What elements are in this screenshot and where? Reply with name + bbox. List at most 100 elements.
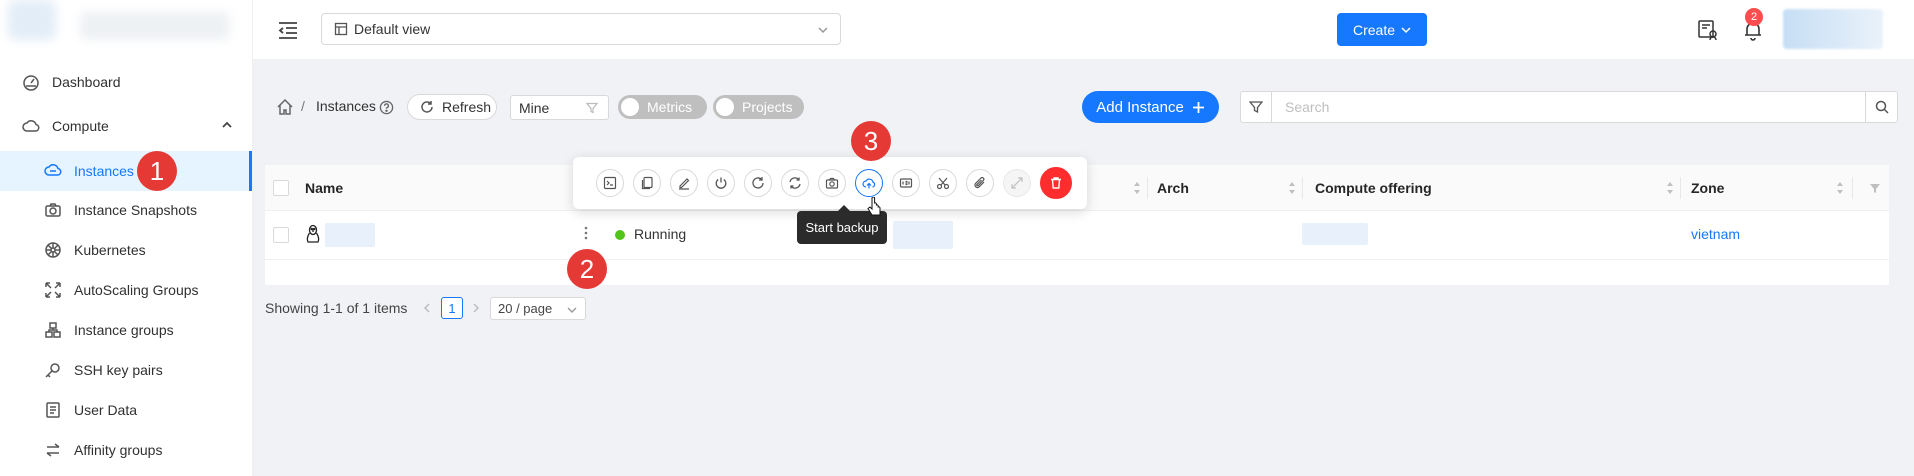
add-instance-button[interactable]: Add Instance [1082,91,1219,123]
chevron-left-icon[interactable] [423,303,431,313]
toggle-knob [621,98,639,116]
create-button[interactable]: Create [1337,13,1427,46]
column-header-compute-offering[interactable]: Compute offering [1315,180,1432,196]
edit-icon [679,178,690,190]
groups-icon [45,322,61,338]
chevron-right-icon[interactable] [472,303,480,313]
sidebar-item-instance-snapshots[interactable]: Instance Snapshots [0,190,252,230]
start-backup-button[interactable] [855,169,883,197]
top-header: Default view [253,0,1914,60]
scissors-icon [936,177,950,190]
sort-icon[interactable] [1666,181,1674,195]
projects-toggle[interactable]: Projects [713,95,804,119]
reinstall-button[interactable] [781,169,809,197]
sort-icon[interactable] [1836,181,1844,195]
add-instance-label: Add Instance [1096,98,1184,116]
column-header-zone[interactable]: Zone [1691,180,1724,196]
search-filter-button[interactable] [1241,92,1272,122]
filter-select[interactable]: Mine [510,95,609,120]
reboot-button[interactable] [744,169,772,197]
scale-button[interactable] [1003,169,1031,197]
destroy-button[interactable] [1040,167,1072,199]
sidebar-item-label: AutoScaling Groups [74,282,199,298]
sidebar-item-instances[interactable]: Instances [0,151,252,191]
home-icon[interactable] [276,98,294,116]
metrics-toggle[interactable]: Metrics [618,95,707,119]
step-marker-3: 3 [851,121,891,161]
breadcrumb-separator: / [301,98,305,114]
sidebar-item-label: Instances [74,163,134,179]
column-filter-icon[interactable] [1870,181,1880,195]
page-number[interactable]: 1 [441,297,463,319]
document-icon [46,402,60,418]
table-row[interactable]: Running vietnam [265,211,1889,260]
help-icon[interactable] [379,100,394,115]
project-switch-icon[interactable] [1697,19,1719,41]
actions-popover [573,157,1087,209]
stop-button[interactable] [707,169,735,197]
iso-icon [899,178,913,188]
refresh-button[interactable]: Refresh [407,94,497,120]
compute-offering-value [1302,223,1368,245]
sidebar-item-label: Dashboard [52,74,121,90]
expand-icon [1011,177,1023,189]
filter-icon [586,102,598,114]
zone-link[interactable]: vietnam [1691,226,1740,242]
sync-icon [789,177,801,189]
search-bar [1240,91,1898,123]
view-console-button[interactable] [596,169,624,197]
column-header-arch[interactable]: Arch [1157,180,1189,196]
sidebar-item-label: User Data [74,402,138,418]
sidebar-item-compute[interactable]: Compute [0,106,252,146]
instance-state: Running [634,226,687,242]
chevron-down-icon [818,27,828,34]
key-icon [45,363,60,378]
instance-ip [893,221,953,249]
copy-button[interactable] [633,169,661,197]
linux-icon [306,224,320,243]
sort-icon[interactable] [1133,181,1141,195]
sidebar-item-label: Affinity groups [74,442,163,458]
view-select-value: Default view [354,21,431,37]
sidebar-item-dashboard[interactable]: Dashboard [0,62,252,102]
sidebar-item-autoscaling-groups[interactable]: AutoScaling Groups [0,270,252,310]
select-all-checkbox[interactable] [273,180,289,196]
kubernetes-icon [45,242,61,258]
column-header-name[interactable]: Name [305,180,343,196]
take-snapshot-button[interactable] [818,169,846,197]
sidebar-item-user-data[interactable]: User Data [0,390,252,430]
dashboard-icon [23,75,39,91]
projects-toggle-label: Projects [742,99,793,115]
attach-iso-button[interactable] [892,169,920,197]
search-icon [1875,100,1889,114]
sidebar-item-instance-groups[interactable]: Instance groups [0,310,252,350]
more-actions-icon[interactable] [583,225,589,241]
search-input[interactable] [1273,92,1863,122]
plus-icon [1192,101,1204,113]
page-size-select[interactable]: 20 / page [490,297,586,320]
view-select[interactable]: Default view [321,13,841,45]
sidebar-item-ssh-key-pairs[interactable]: SSH key pairs [0,350,252,390]
cut-button[interactable] [929,169,957,197]
logo[interactable] [0,0,253,64]
sidebar-item-label: Instance Snapshots [74,202,197,218]
page-size-value: 20 / page [498,301,553,316]
row-checkbox[interactable] [273,227,289,243]
camera-icon [825,177,839,189]
paperclip-icon [974,176,985,189]
swap-icon [46,443,60,457]
edit-button[interactable] [670,169,698,197]
user-avatar[interactable] [1783,9,1883,49]
attach-button[interactable] [966,169,994,197]
sort-icon[interactable] [1288,181,1296,195]
cloud-upload-icon [862,178,876,189]
search-button[interactable] [1865,92,1897,122]
sidebar: Dashboard Compute Instances Instance Sna… [0,0,253,476]
sidebar-item-kubernetes[interactable]: Kubernetes [0,230,252,270]
step-marker-2: 2 [567,249,607,289]
metrics-toggle-label: Metrics [647,99,693,115]
instance-name-link[interactable] [325,223,375,247]
sidebar-item-affinity-groups[interactable]: Affinity groups [0,430,252,470]
menu-fold-icon[interactable] [277,20,299,40]
mouse-cursor-icon [867,197,881,216]
